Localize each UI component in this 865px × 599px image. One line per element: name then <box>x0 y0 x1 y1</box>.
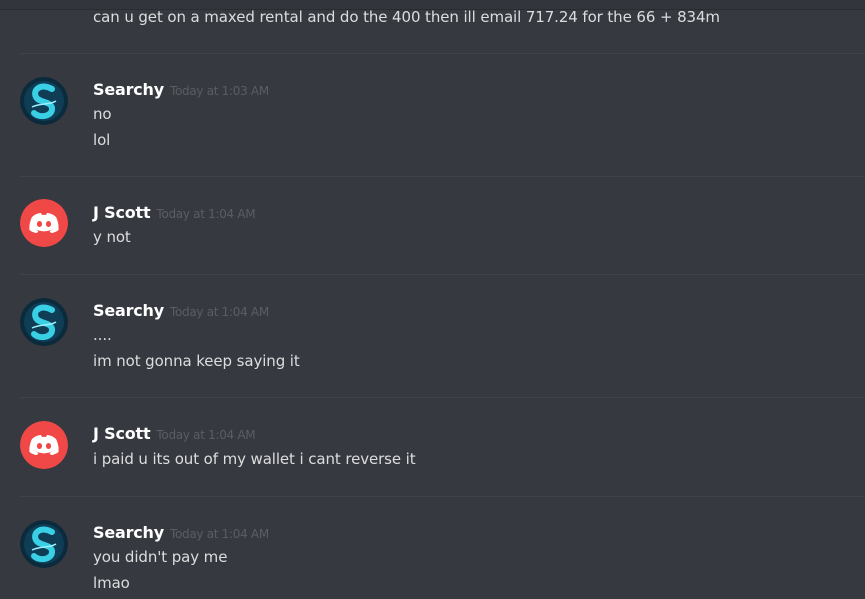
message-text: you didn't pay me <box>93 548 228 566</box>
timestamp[interactable]: Today at 1:04 AM <box>156 207 255 221</box>
username[interactable]: J Scott <box>93 424 151 443</box>
message-divider <box>20 176 865 177</box>
timestamp[interactable]: Today at 1:04 AM <box>170 305 269 319</box>
message-divider <box>20 53 865 54</box>
message-divider <box>20 397 865 398</box>
message-text: lol <box>93 131 111 149</box>
searchy-logo-icon <box>20 77 68 125</box>
previous-message-text: can u get on a maxed rental and do the 4… <box>93 8 720 26</box>
message-header: Searchy Today at 1:04 AM <box>93 523 269 542</box>
message-header: J Scott Today at 1:04 AM <box>93 203 256 222</box>
searchy-logo-icon <box>20 520 68 568</box>
username[interactable]: Searchy <box>93 301 164 320</box>
searchy-logo-icon <box>20 298 68 346</box>
message-text: .... <box>93 326 112 344</box>
message-text: i paid u its out of my wallet i cant rev… <box>93 450 416 468</box>
message-text: y not <box>93 228 131 246</box>
username[interactable]: Searchy <box>93 523 164 542</box>
message-text: lmao <box>93 574 130 592</box>
message-header: Searchy Today at 1:03 AM <box>93 80 269 99</box>
message-divider <box>20 274 865 275</box>
searchy-avatar[interactable] <box>20 520 68 568</box>
chat-message-list[interactable]: can u get on a maxed rental and do the 4… <box>0 0 865 599</box>
timestamp[interactable]: Today at 1:04 AM <box>156 428 255 442</box>
discord-logo-icon <box>20 421 68 469</box>
message-header: Searchy Today at 1:04 AM <box>93 301 269 320</box>
message-text: im not gonna keep saying it <box>93 352 300 370</box>
message-divider <box>20 496 865 497</box>
jscott-avatar[interactable] <box>20 421 68 469</box>
searchy-avatar[interactable] <box>20 298 68 346</box>
timestamp[interactable]: Today at 1:03 AM <box>170 84 269 98</box>
message-text: no <box>93 105 112 123</box>
discord-logo-icon <box>20 199 68 247</box>
searchy-avatar[interactable] <box>20 77 68 125</box>
jscott-avatar[interactable] <box>20 199 68 247</box>
username[interactable]: Searchy <box>93 80 164 99</box>
username[interactable]: J Scott <box>93 203 151 222</box>
message-header: J Scott Today at 1:04 AM <box>93 424 256 443</box>
timestamp[interactable]: Today at 1:04 AM <box>170 527 269 541</box>
